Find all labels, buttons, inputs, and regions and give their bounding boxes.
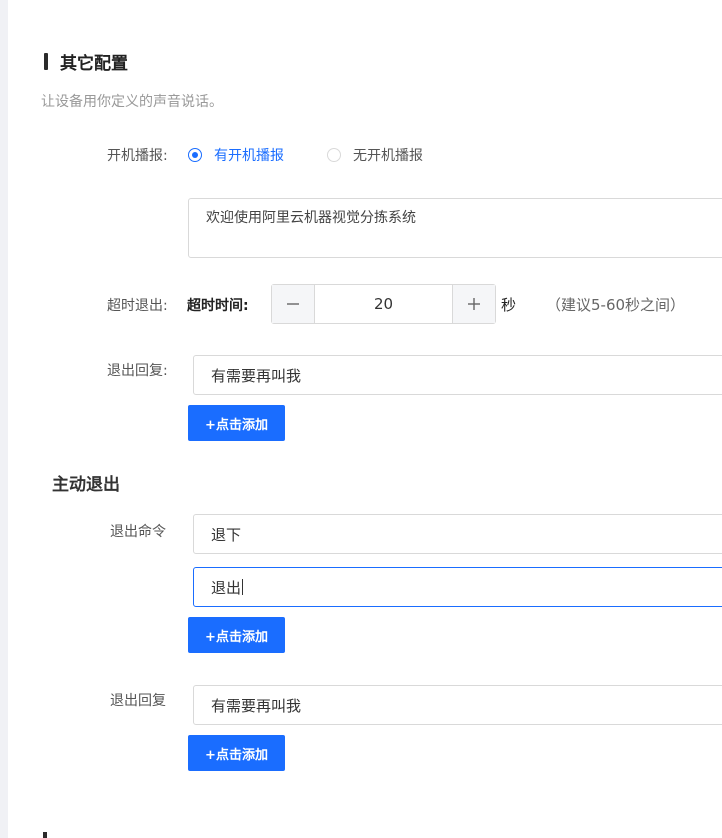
- exit-command-input-1[interactable]: 退下: [193, 514, 722, 554]
- plus-icon: [468, 298, 480, 310]
- radio-checked-icon: [188, 148, 202, 162]
- section-title-text: 其它配置: [60, 53, 128, 74]
- radio-unchecked-icon: [327, 148, 341, 162]
- timeout-hint: （建议5-60秒之间）: [546, 296, 686, 314]
- add-exit-reply-button[interactable]: +点击添加: [188, 405, 285, 441]
- boot-message-textarea[interactable]: 欢迎使用阿里云机器视觉分拣系统: [188, 198, 722, 258]
- minus-icon: [287, 303, 299, 305]
- section-title: 其它配置: [44, 50, 128, 74]
- radio-boot-broadcast-off[interactable]: 无开机播报: [327, 145, 423, 165]
- exit-reply-input[interactable]: 有需要再叫我: [193, 355, 722, 395]
- title-bar-marker: [44, 52, 48, 70]
- add-active-exit-reply-button[interactable]: +点击添加: [188, 735, 285, 771]
- increment-button[interactable]: [452, 285, 495, 323]
- active-exit-title: 主动退出: [52, 475, 120, 495]
- timeout-unit: 秒: [501, 296, 517, 314]
- exit-reply-label: 退出回复:: [107, 363, 168, 379]
- timeout-exit-label: 超时退出:: [107, 298, 168, 314]
- radio-label: 有开机播报: [214, 148, 284, 164]
- section-description: 让设备用你定义的声音说话。: [41, 94, 223, 110]
- radio-boot-broadcast-on[interactable]: 有开机播报: [188, 145, 284, 165]
- decrement-button[interactable]: [272, 285, 315, 323]
- next-section-title-marker: [43, 832, 47, 838]
- timeout-stepper: 20: [271, 284, 496, 324]
- radio-label: 无开机播报: [353, 148, 423, 164]
- text-caret: [242, 579, 244, 595]
- active-exit-reply-input[interactable]: 有需要再叫我: [193, 685, 722, 725]
- active-exit-reply-label: 退出回复: [110, 693, 166, 709]
- add-exit-command-button[interactable]: +点击添加: [188, 617, 285, 653]
- exit-command-input-2-text: 退出: [211, 578, 242, 597]
- boot-broadcast-label: 开机播报:: [107, 148, 168, 164]
- timeout-duration-label: 超时时间:: [187, 298, 249, 314]
- exit-command-input-2[interactable]: 退出: [193, 567, 722, 607]
- left-rail: [0, 0, 8, 838]
- timeout-value-input[interactable]: 20: [315, 285, 452, 323]
- exit-command-label: 退出命令: [110, 524, 166, 540]
